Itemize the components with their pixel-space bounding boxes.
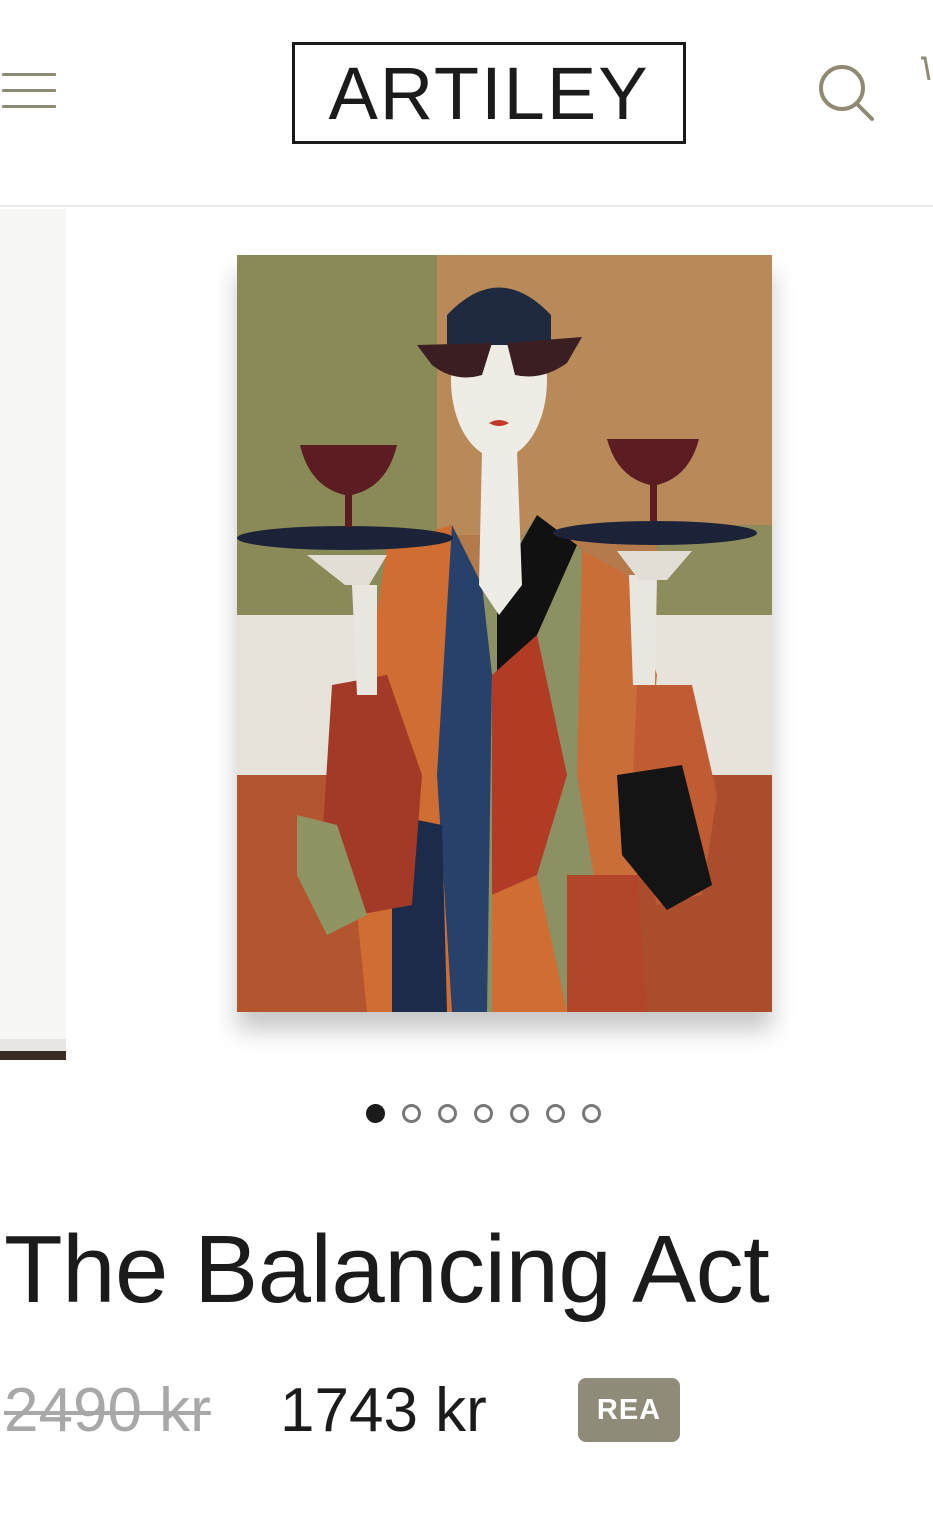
search-icon[interactable]: [812, 58, 882, 128]
pagination-dot-6[interactable]: [546, 1104, 565, 1123]
painting-image[interactable]: [237, 255, 772, 1012]
gallery-pagination: [366, 1104, 601, 1130]
original-price: 2490 kr: [4, 1376, 211, 1445]
cart-icon[interactable]: [918, 54, 933, 90]
pagination-dot-3[interactable]: [438, 1104, 457, 1123]
previous-slide-image[interactable]: [0, 209, 66, 1060]
site-logo[interactable]: ARTILEY: [292, 42, 686, 144]
pagination-dot-5[interactable]: [510, 1104, 529, 1123]
pagination-dot-2[interactable]: [402, 1104, 421, 1123]
site-header: ARTILEY: [0, 0, 933, 207]
sale-price: 1743 kr: [280, 1376, 487, 1445]
pagination-dot-4[interactable]: [474, 1104, 493, 1123]
pagination-dot-1[interactable]: [366, 1104, 385, 1123]
pagination-dot-7[interactable]: [582, 1104, 601, 1123]
logo-text: ARTILEY: [328, 51, 650, 135]
product-image-gallery[interactable]: [0, 207, 933, 1077]
sale-badge: REA: [578, 1378, 680, 1442]
hamburger-menu-icon[interactable]: [0, 66, 60, 116]
frame-wood: [0, 1051, 66, 1060]
product-title: The Balancing Act: [4, 1216, 770, 1323]
